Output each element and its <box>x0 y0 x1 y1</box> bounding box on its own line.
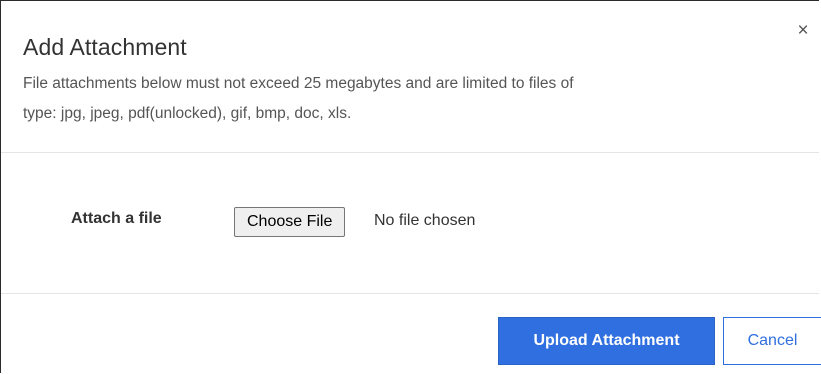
description-line-2: type: jpg, jpeg, pdf(unlocked), gif, bmp… <box>23 105 352 122</box>
dialog-body: Attach a file Choose File No file chosen <box>1 153 819 294</box>
upload-attachment-button[interactable]: Upload Attachment <box>498 317 715 365</box>
dialog-description: File attachments below must not exceed 2… <box>23 69 803 129</box>
no-file-chosen-text: No file chosen <box>374 212 476 229</box>
attach-file-label: Attach a file <box>71 210 162 227</box>
add-attachment-dialog: Add Attachment × File attachments below … <box>0 0 821 374</box>
dialog-header: Add Attachment × File attachments below … <box>1 1 819 153</box>
dialog-footer: Upload Attachment Cancel <box>1 294 821 374</box>
choose-file-button[interactable]: Choose File <box>234 207 346 237</box>
cancel-button[interactable]: Cancel <box>723 317 821 365</box>
dialog-title: Add Attachment <box>23 34 187 60</box>
close-icon[interactable]: × <box>793 21 813 41</box>
description-line-1: File attachments below must not exceed 2… <box>23 75 574 92</box>
